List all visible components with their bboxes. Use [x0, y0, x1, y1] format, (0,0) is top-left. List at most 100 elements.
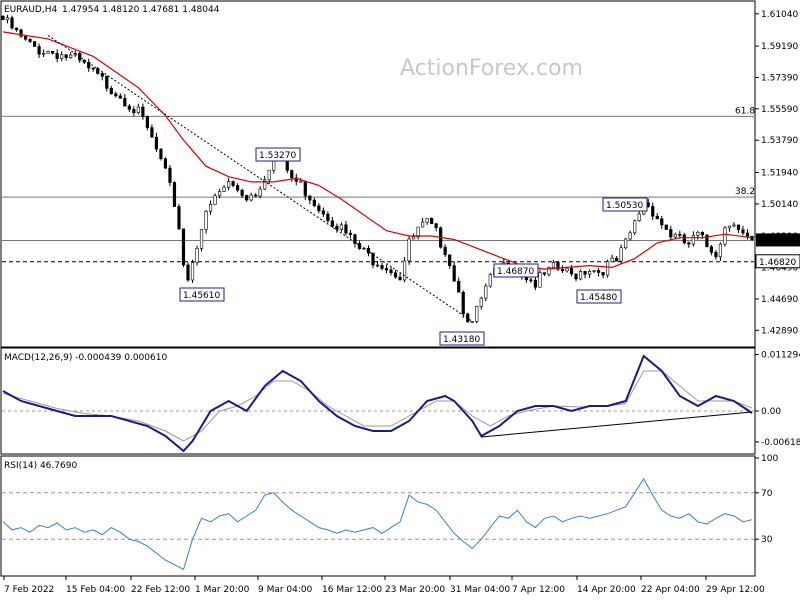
candle-body	[321, 210, 325, 215]
price-header-symbol: EURAUD,H4	[4, 5, 57, 15]
candle-body	[533, 279, 538, 288]
candle-body	[542, 272, 547, 275]
rsi-y-tick-label: 100	[761, 454, 778, 464]
price-y-tick-label: 1.55590	[761, 105, 798, 115]
price-annotation-label: 1.45480	[580, 293, 617, 303]
candle-body	[484, 285, 488, 299]
price-annotation-label: 1.43180	[443, 335, 480, 345]
candle-body	[145, 116, 149, 128]
candle-body	[384, 268, 389, 271]
candle-body	[114, 93, 118, 97]
candle-body	[339, 224, 344, 230]
candle-body	[601, 272, 605, 276]
candle-body	[245, 195, 249, 201]
price-y-tick-label: 1.44690	[761, 295, 798, 305]
candle-body	[222, 186, 226, 192]
candle-body	[700, 232, 704, 236]
candle-body	[529, 279, 533, 282]
price-header-ohlc: 1.47954 1.48120 1.47681 1.48044	[62, 5, 220, 15]
price-y-tick-label: 1.50140	[761, 200, 798, 210]
candle-body	[172, 182, 177, 207]
fib-level-label: 38.2	[735, 187, 755, 197]
candle-body	[91, 67, 95, 70]
x-tick-label: 15 Feb 04:00	[66, 585, 125, 595]
candle-body	[673, 234, 677, 238]
candle-body	[132, 108, 136, 114]
candle-body	[538, 272, 542, 288]
x-tick-label: 31 Mar 04:00	[450, 585, 510, 595]
price-y-tick-label: 1.53790	[761, 136, 798, 146]
candle-body	[231, 181, 235, 186]
candle-body	[240, 189, 244, 196]
x-tick-label: 7 Feb 2022	[4, 585, 54, 595]
candle-body	[723, 227, 727, 245]
candle-body	[592, 270, 596, 272]
candle-body	[587, 271, 592, 275]
candle-body	[488, 274, 492, 287]
candle-body	[619, 247, 623, 262]
candle-body	[569, 268, 574, 275]
candle-body	[217, 191, 222, 197]
candle-body	[208, 204, 213, 212]
candle-body	[736, 224, 741, 231]
candle-body	[236, 185, 240, 191]
candle-body	[154, 136, 159, 150]
candle-body	[578, 271, 583, 280]
candle-body	[628, 232, 632, 240]
candle-body	[14, 27, 19, 31]
candle-body	[624, 238, 628, 249]
candle-body	[37, 46, 41, 55]
candle-body	[60, 54, 64, 59]
candle-body	[258, 188, 262, 197]
candle-body	[398, 276, 402, 281]
fib-level-label: 61.8	[735, 106, 755, 116]
candle-body	[303, 180, 307, 197]
price-annotation-label: 1.45610	[183, 291, 220, 301]
candle-body	[46, 51, 50, 54]
candle-body	[615, 257, 619, 262]
rsi-y-tick-label: 30	[761, 535, 773, 545]
candle-body	[159, 148, 163, 160]
candle-body	[28, 38, 32, 42]
candle-body	[475, 306, 479, 322]
candle-body	[168, 167, 172, 183]
candle-body	[682, 234, 686, 244]
candle-body	[741, 229, 745, 234]
candle-body	[127, 105, 131, 110]
candle-body	[430, 218, 434, 225]
candle-body	[687, 242, 691, 245]
candle-body	[718, 243, 723, 258]
candle-body	[204, 210, 208, 230]
candle-body	[181, 228, 186, 266]
candle-body	[709, 246, 713, 253]
watermark: ActionForex.com	[400, 56, 583, 81]
candle-body	[109, 88, 113, 95]
candle-body	[78, 53, 82, 61]
candle-body	[479, 297, 483, 307]
candle-body	[678, 234, 682, 236]
candle-body	[177, 206, 181, 230]
candle-body	[434, 223, 438, 229]
candle-body	[1, 15, 5, 21]
x-tick-label: 14 Apr 20:00	[577, 585, 636, 595]
candle-body	[551, 262, 556, 268]
candle-body	[651, 206, 655, 217]
candle-body	[317, 205, 321, 212]
x-tick-label: 9 Mar 04:00	[258, 585, 313, 595]
candle-body	[335, 225, 339, 230]
candle-body	[727, 225, 732, 229]
current-price-label: 1.48044	[759, 236, 796, 246]
candle-body	[610, 257, 614, 262]
candle-body	[312, 199, 316, 207]
x-tick-label: 7 Apr 12:00	[512, 585, 565, 595]
candle-body	[326, 213, 330, 222]
candle-body	[267, 169, 271, 181]
candle-body	[118, 95, 122, 99]
candle-body	[402, 260, 407, 281]
candle-body	[411, 236, 416, 240]
level-tag-label: 1.46820	[759, 258, 796, 268]
candle-body	[470, 321, 474, 323]
candle-body	[299, 180, 303, 183]
candle-body	[583, 271, 587, 275]
macd-title: MACD(12,26,9) -0.000439 0.000610	[4, 353, 167, 363]
